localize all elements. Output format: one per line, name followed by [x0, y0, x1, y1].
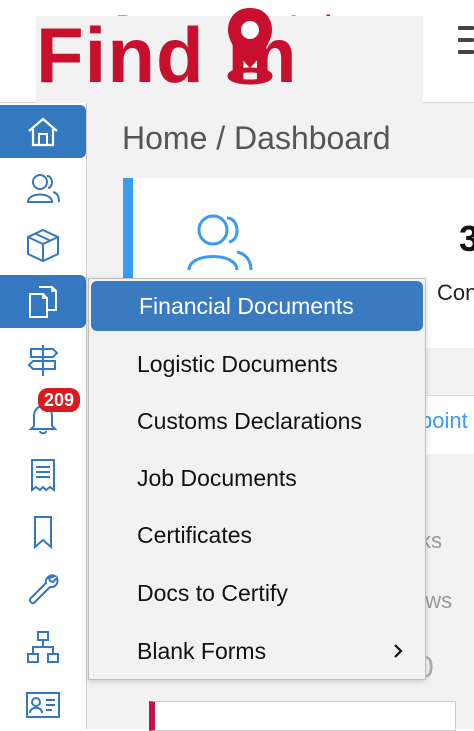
sidebar-item-contacts[interactable]: [0, 161, 86, 214]
sidebar-item-profile[interactable]: [0, 678, 86, 731]
sidebar-item-shipments[interactable]: [0, 218, 86, 271]
lower-panel: [149, 701, 456, 731]
users-icon: [187, 214, 253, 271]
signpost-icon: [27, 344, 59, 376]
menu-item-docs-to-certify[interactable]: Docs to Certify: [89, 568, 425, 618]
sidebar-item-home[interactable]: [0, 105, 86, 158]
hierarchy-icon: [27, 630, 59, 663]
id-card-icon: [26, 691, 60, 718]
sidebar-item-routes[interactable]: [0, 333, 86, 386]
package-icon: [27, 228, 59, 262]
card-count: 3: [459, 218, 474, 259]
menu-item-job-documents[interactable]: Job Documents: [89, 453, 425, 503]
chevron-right-icon: [394, 644, 403, 658]
users-icon: [26, 173, 60, 203]
sidebar-item-bookmarks[interactable]: [0, 505, 86, 558]
wrench-icon: [28, 574, 59, 604]
documents-icon: [29, 285, 57, 318]
map-pin-icon: [227, 8, 273, 85]
menu-hamburger-icon[interactable]: [458, 26, 474, 60]
findem-logo[interactable]: Demo Ltd. Find m: [36, 6, 423, 642]
documents-dropdown-menu: Financial Documents Logistic Documents C…: [88, 278, 426, 680]
notification-count-badge: 209: [38, 388, 81, 412]
card-label: Cont: [437, 280, 474, 305]
sidebar-item-documents[interactable]: [0, 275, 86, 328]
menu-item-label: Blank Forms: [137, 637, 267, 664]
sidebar-item-organization[interactable]: [0, 620, 86, 673]
menu-item-certificates[interactable]: Certificates: [89, 510, 425, 560]
menu-item-logistic-documents[interactable]: Logistic Documents: [89, 339, 425, 389]
sidebar-item-invoices[interactable]: [0, 448, 86, 501]
menu-item-customs-declarations[interactable]: Customs Declarations: [89, 396, 425, 446]
sidebar-item-tools[interactable]: [0, 563, 86, 616]
breadcrumb: Home / Dashboard: [122, 120, 391, 156]
menu-item-financial-documents[interactable]: Financial Documents: [91, 281, 423, 331]
strip-link[interactable]: point: [420, 408, 468, 434]
sidebar: 209: [0, 103, 87, 729]
app-header: Demo Ltd. Find m: [0, 0, 474, 642]
receipt-icon: [31, 458, 55, 492]
home-icon: [28, 117, 58, 146]
bookmark-icon: [34, 515, 52, 549]
menu-item-blank-forms[interactable]: Blank Forms: [89, 626, 425, 676]
